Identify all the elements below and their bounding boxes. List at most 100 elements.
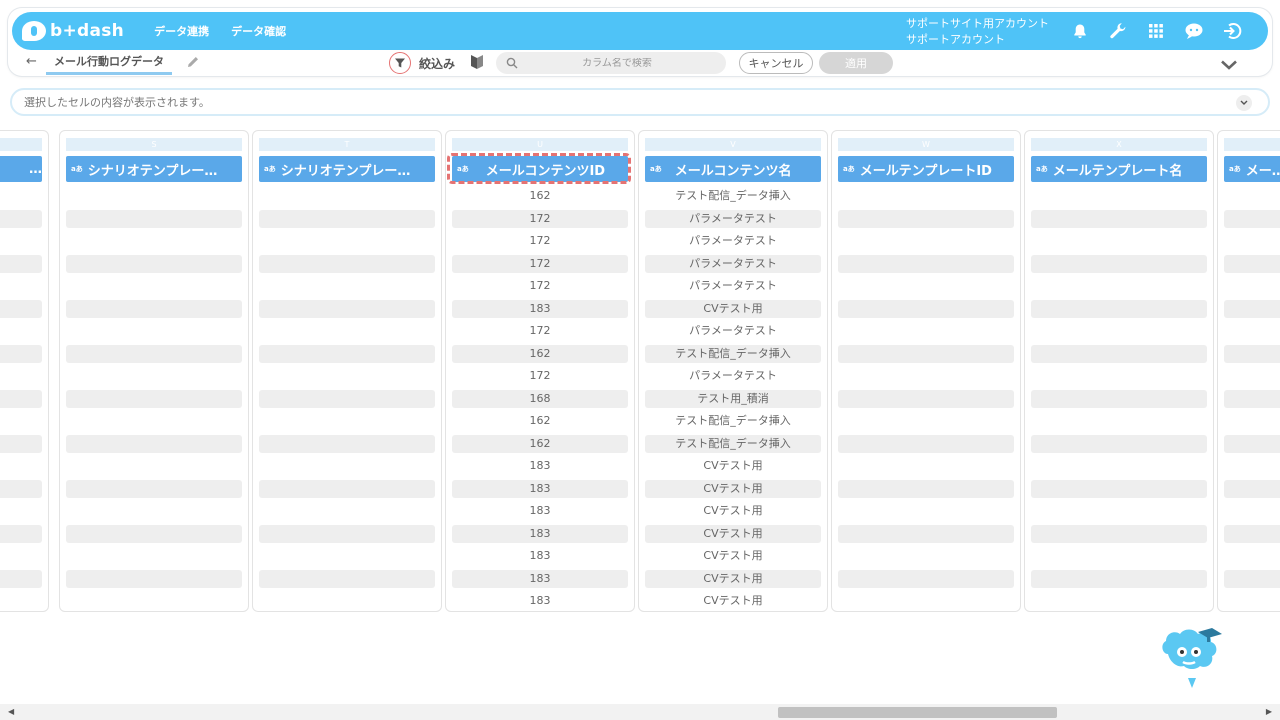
table-cell[interactable] — [1031, 502, 1207, 520]
table-cell[interactable] — [1224, 592, 1280, 610]
table-cell[interactable] — [66, 569, 242, 588]
table-cell[interactable] — [838, 389, 1014, 408]
table-cell[interactable] — [1031, 254, 1207, 273]
table-cell[interactable]: テスト用_積消 — [645, 389, 821, 408]
table-cell[interactable] — [0, 254, 42, 273]
column-search-input[interactable] — [522, 57, 712, 69]
table-cell[interactable] — [1224, 389, 1280, 408]
table-cell[interactable] — [0, 479, 42, 498]
table-cell[interactable] — [0, 389, 42, 408]
column-letter[interactable]: S — [66, 138, 242, 151]
column-letter[interactable]: V — [645, 138, 821, 151]
table-cell[interactable] — [838, 412, 1014, 430]
table-cell[interactable] — [66, 277, 242, 295]
apply-button[interactable]: 適用 — [819, 52, 893, 74]
table-cell[interactable]: CVテスト用 — [645, 502, 821, 520]
table-cell[interactable] — [1031, 367, 1207, 385]
table-cell[interactable]: テスト配信_データ挿入 — [645, 187, 821, 205]
expand-chevron-icon[interactable] — [1236, 95, 1252, 111]
table-cell[interactable]: テスト配信_データ挿入 — [645, 412, 821, 430]
table-cell[interactable] — [0, 232, 42, 250]
table-cell[interactable] — [1224, 209, 1280, 228]
table-cell[interactable] — [259, 389, 435, 408]
scroll-right-icon[interactable]: ▶ — [1266, 707, 1272, 716]
dataset-name[interactable]: メール行動ログデータ — [46, 53, 172, 75]
table-cell[interactable] — [259, 412, 435, 430]
table-cell[interactable] — [1031, 299, 1207, 318]
table-cell[interactable] — [1224, 479, 1280, 498]
scrollbar-thumb[interactable] — [778, 707, 1057, 718]
table-cell[interactable] — [838, 434, 1014, 453]
table-cell[interactable] — [1031, 344, 1207, 363]
table-cell[interactable] — [838, 569, 1014, 588]
grid-icon[interactable] — [1146, 21, 1166, 41]
table-cell[interactable] — [1224, 412, 1280, 430]
table-cell[interactable] — [66, 434, 242, 453]
table-cell[interactable] — [66, 547, 242, 565]
table-cell[interactable] — [66, 187, 242, 205]
table-cell[interactable] — [1224, 299, 1280, 318]
table-cell[interactable]: パラメータテスト — [645, 254, 821, 273]
table-cell[interactable] — [0, 187, 42, 205]
table-cell[interactable]: 183 — [452, 299, 628, 318]
table-cell[interactable] — [838, 547, 1014, 565]
table-cell[interactable]: 162 — [452, 344, 628, 363]
table-cell[interactable]: CVテスト用 — [645, 479, 821, 498]
bell-icon[interactable] — [1070, 21, 1090, 41]
table-cell[interactable] — [0, 434, 42, 453]
column-header[interactable]: aあ メールテンプレートID — [838, 156, 1014, 182]
table-cell[interactable]: 183 — [452, 592, 628, 610]
table-cell[interactable] — [1224, 367, 1280, 385]
table-cell[interactable] — [838, 322, 1014, 340]
horizontal-scrollbar[interactable]: ◀ ▶ — [0, 704, 1280, 720]
table-cell[interactable] — [0, 344, 42, 363]
table-cell[interactable]: CVテスト用 — [645, 592, 821, 610]
table-cell[interactable] — [838, 502, 1014, 520]
filter-label[interactable]: 絞込み — [419, 55, 455, 72]
table-cell[interactable] — [66, 299, 242, 318]
table-cell[interactable] — [259, 569, 435, 588]
table-cell[interactable] — [259, 457, 435, 475]
table-cell[interactable] — [66, 389, 242, 408]
table-cell[interactable] — [0, 277, 42, 295]
table-cell[interactable] — [1224, 434, 1280, 453]
table-cell[interactable] — [1031, 187, 1207, 205]
table-cell[interactable] — [259, 592, 435, 610]
table-cell[interactable] — [66, 322, 242, 340]
table-cell[interactable] — [1031, 434, 1207, 453]
table-cell[interactable] — [1224, 524, 1280, 543]
table-cell[interactable] — [1224, 344, 1280, 363]
chat-icon[interactable] — [1184, 21, 1204, 41]
nav-link-data-check[interactable]: データ確認 — [231, 23, 286, 39]
table-cell[interactable] — [1224, 187, 1280, 205]
table-cell[interactable]: 183 — [452, 524, 628, 543]
table-cell[interactable]: CVテスト用 — [645, 524, 821, 543]
cancel-button[interactable]: キャンセル — [739, 52, 813, 74]
table-cell[interactable] — [66, 209, 242, 228]
table-cell[interactable] — [1224, 232, 1280, 250]
table-cell[interactable] — [66, 592, 242, 610]
table-cell[interactable] — [259, 254, 435, 273]
table-cell[interactable]: テスト配信_データ挿入 — [645, 344, 821, 363]
table-cell[interactable] — [1031, 479, 1207, 498]
table-cell[interactable] — [66, 367, 242, 385]
column-letter[interactable]: R — [0, 138, 42, 151]
table-cell[interactable] — [1031, 412, 1207, 430]
table-cell[interactable]: 172 — [452, 232, 628, 250]
chevron-down-icon[interactable] — [1220, 56, 1240, 70]
table-cell[interactable] — [838, 299, 1014, 318]
cell-content-bar[interactable]: 選択したセルの内容が表示されます。 — [10, 88, 1270, 116]
table-cell[interactable] — [838, 524, 1014, 543]
table-cell[interactable]: 172 — [452, 367, 628, 385]
table-cell[interactable]: パラメータテスト — [645, 209, 821, 228]
table-cell[interactable]: 162 — [452, 434, 628, 453]
pencil-icon[interactable] — [186, 54, 200, 68]
table-cell[interactable]: 183 — [452, 569, 628, 588]
table-cell[interactable] — [0, 547, 42, 565]
table-cell[interactable] — [259, 434, 435, 453]
table-cell[interactable] — [0, 412, 42, 430]
table-cell[interactable] — [838, 187, 1014, 205]
column-header[interactable]: aあ メールコンテンツ名 — [645, 156, 821, 182]
table-cell[interactable]: パラメータテスト — [645, 277, 821, 295]
table-cell[interactable] — [0, 367, 42, 385]
